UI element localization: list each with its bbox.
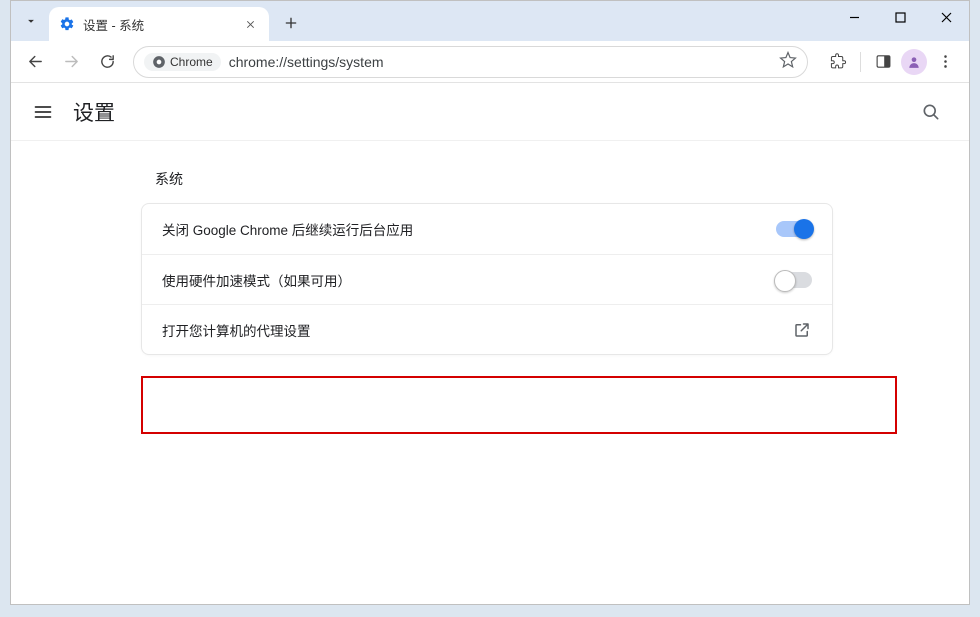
reload-button[interactable] — [91, 46, 123, 78]
extensions-icon[interactable] — [822, 46, 854, 78]
toolbar-divider — [860, 52, 861, 72]
tab-title: 设置 - 系统 — [83, 15, 241, 34]
search-settings-icon[interactable] — [913, 94, 949, 130]
profile-avatar[interactable] — [901, 49, 927, 75]
active-tab[interactable]: 设置 - 系统 — [49, 7, 269, 41]
kebab-menu-icon[interactable] — [929, 46, 961, 78]
row-background-apps: 关闭 Google Chrome 后继续运行后台应用 — [142, 204, 832, 254]
tab-strip: 设置 - 系统 — [11, 1, 969, 41]
annotation-highlight — [141, 376, 897, 434]
hamburger-menu-icon[interactable] — [31, 102, 55, 122]
row-hardware-accel: 使用硬件加速模式（如果可用） — [142, 254, 832, 304]
close-window-button[interactable] — [923, 1, 969, 33]
toggle-hardware-accel[interactable] — [776, 272, 812, 288]
chrome-origin-chip: Chrome — [144, 53, 221, 71]
section-label-system: 系统 — [155, 169, 969, 189]
row-label: 使用硬件加速模式（如果可用） — [162, 270, 776, 290]
settings-header: 设置 — [11, 83, 969, 141]
row-proxy-settings[interactable]: 打开您计算机的代理设置 — [142, 304, 832, 354]
system-settings-card: 关闭 Google Chrome 后继续运行后台应用 使用硬件加速模式（如果可用… — [141, 203, 833, 355]
settings-content: 系统 关闭 Google Chrome 后继续运行后台应用 使用硬件加速模式（如… — [11, 141, 969, 355]
new-tab-button[interactable] — [277, 9, 305, 37]
address-bar[interactable]: Chrome chrome://settings/system — [133, 46, 808, 78]
row-label: 打开您计算机的代理设置 — [162, 320, 792, 340]
toolbar: Chrome chrome://settings/system — [11, 41, 969, 83]
close-tab-icon[interactable] — [241, 15, 259, 33]
chip-label: Chrome — [170, 55, 213, 69]
minimize-button[interactable] — [831, 1, 877, 33]
toggle-background-apps[interactable] — [776, 221, 812, 237]
bookmark-star-icon[interactable] — [779, 51, 797, 72]
row-label: 关闭 Google Chrome 后继续运行后台应用 — [162, 219, 776, 239]
toolbar-right — [822, 46, 961, 78]
gear-icon — [59, 16, 75, 32]
window-controls — [831, 1, 969, 33]
tab-search-dropdown[interactable] — [17, 7, 45, 35]
chrome-icon — [152, 55, 166, 69]
open-external-icon — [792, 320, 812, 340]
side-panel-icon[interactable] — [867, 46, 899, 78]
url-text: chrome://settings/system — [229, 54, 384, 70]
browser-window: 设置 - 系统 — [10, 0, 970, 605]
forward-button[interactable] — [55, 46, 87, 78]
maximize-button[interactable] — [877, 1, 923, 33]
back-button[interactable] — [19, 46, 51, 78]
page-content: 设置 系统 关闭 Google Chrome 后继续运行后台应用 使用硬件加速模… — [11, 83, 969, 604]
page-title: 设置 — [73, 97, 115, 127]
